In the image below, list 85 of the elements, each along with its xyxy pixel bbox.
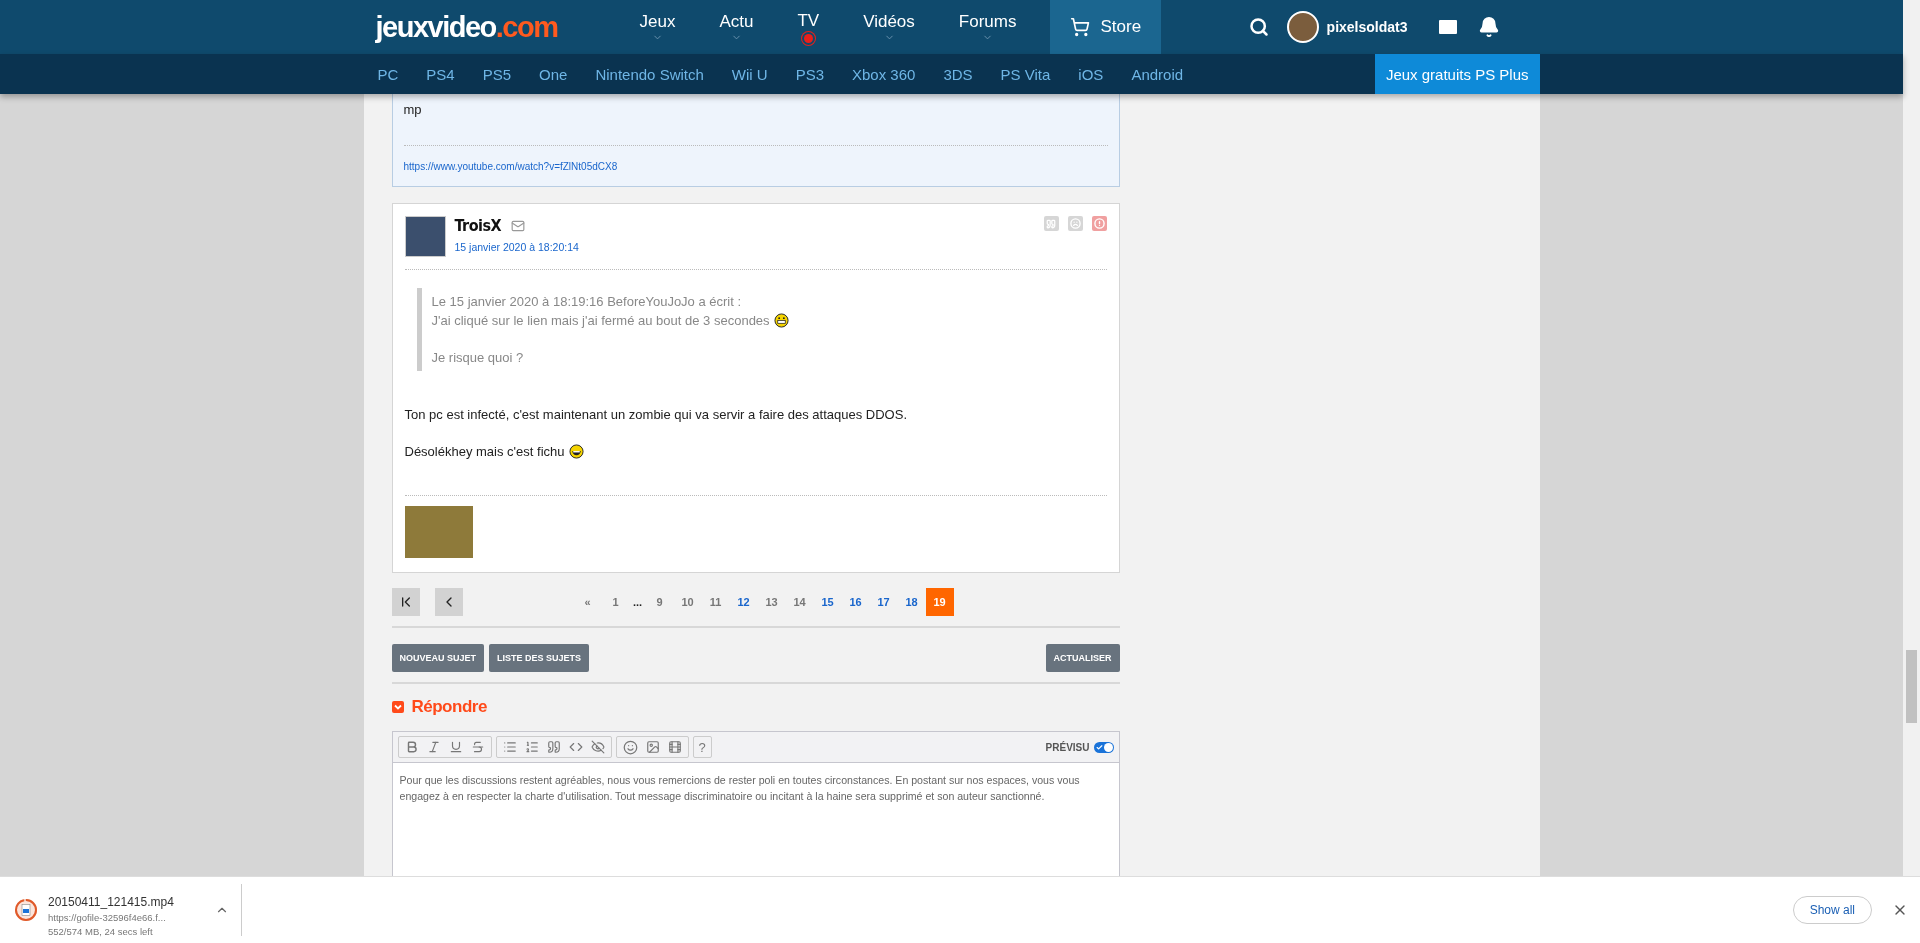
previous-page-button[interactable]: [434, 588, 463, 616]
platform-link[interactable]: PS3: [781, 65, 838, 83]
platform-link[interactable]: PS4: [412, 65, 469, 83]
page-link[interactable]: 10: [673, 588, 702, 616]
page-link[interactable]: 15: [813, 588, 842, 616]
code-icon[interactable]: [568, 740, 583, 754]
quote-header: Le 15 janvier 2020 à 18:19:16 BeforeYouJoJo a écrit :: [431, 293, 742, 311]
search-icon[interactable]: [1248, 17, 1269, 37]
bullet-list-icon[interactable]: [502, 740, 517, 754]
nav-tab[interactable]: TV: [775, 0, 842, 54]
download-filename[interactable]: 20150411_121415.mp4: [48, 895, 174, 909]
post-text: Ton pc est infecté, c'est maintenant un zombie qui va servir a faire des attaques DDOS.: [404, 407, 907, 422]
frown-icon: [1069, 218, 1081, 229]
preview-toggle[interactable]: [1093, 741, 1114, 753]
page-link[interactable]: 9: [645, 588, 674, 616]
topic-button[interactable]: LISTE DES SUJETS: [489, 644, 590, 672]
page-link[interactable]: 1: [601, 588, 630, 616]
quote-icon: [1046, 218, 1056, 229]
page-link[interactable]: 11: [701, 588, 730, 616]
author-avatar: [404, 216, 446, 257]
nav-tab[interactable]: Vidéos: [841, 0, 937, 54]
bell-icon[interactable]: [1477, 16, 1500, 38]
platform-link[interactable]: Xbox 360: [838, 65, 930, 83]
message-input[interactable]: Pour que les discussions restent agréables, nous vous remercions de rester poli en toutes circonstances. En postant sur nos espaces, vous vous engagez à en respecter la charte d'utilisation. Tout message discriminatoire ou incitant à la haine sera supprimé et son auteur sanctionné.: [391, 763, 1120, 876]
first-page-button[interactable]: [391, 588, 420, 616]
site-logo[interactable]: jeuxvideo.com: [375, 10, 558, 44]
store-tab[interactable]: Store: [1050, 0, 1162, 54]
previous-pages-link[interactable]: «: [573, 588, 602, 616]
film-icon[interactable]: [667, 740, 682, 754]
page-link[interactable]: 16: [841, 588, 870, 616]
post-text: Désolékhey mais c'est fichu: [404, 444, 565, 459]
collapse-icon[interactable]: [391, 701, 404, 713]
nav-tab[interactable]: Jeux: [617, 0, 698, 54]
page-link[interactable]: 13: [757, 588, 786, 616]
scrollbar[interactable]: [1903, 0, 1920, 876]
numbered-list-icon[interactable]: [524, 740, 539, 754]
platform-link[interactable]: Nintendo Switch: [581, 65, 718, 83]
help-button[interactable]: ?: [692, 736, 712, 758]
post-text: mp: [403, 102, 423, 117]
platform-link[interactable]: 3DS: [929, 65, 987, 83]
page-link[interactable]: 12: [729, 588, 758, 616]
topic-button[interactable]: NOUVEAU SUJET: [391, 644, 484, 672]
platform-link[interactable]: One: [525, 65, 582, 83]
underline-icon[interactable]: [448, 740, 463, 754]
platform-link[interactable]: PC: [363, 65, 413, 83]
username[interactable]: pixelsoldat3: [1326, 19, 1408, 35]
image-icon[interactable]: [645, 740, 660, 754]
platform-link[interactable]: Wii U: [717, 65, 782, 83]
author-name[interactable]: TroisX: [454, 216, 502, 235]
page-link[interactable]: 18: [897, 588, 926, 616]
check-icon: [1095, 743, 1103, 751]
platform-link[interactable]: PS Vita: [986, 65, 1065, 83]
page-link[interactable]: 17: [869, 588, 898, 616]
live-dot-icon: [803, 34, 813, 43]
promo-link[interactable]: Jeux gratuits PS Plus: [1374, 54, 1540, 94]
user-avatar[interactable]: [1286, 11, 1319, 43]
download-progress-icon: [14, 898, 38, 922]
quote-text: J'ai cliqué sur le lien mais j'ai fermé au bout de 3 secondes: [431, 312, 770, 330]
platform-link[interactable]: PS5: [468, 65, 526, 83]
report-button[interactable]: [1091, 216, 1107, 231]
grinning-smiley-icon: [773, 313, 789, 328]
platform-link[interactable]: Android: [1117, 65, 1198, 83]
show-all-button[interactable]: Show all: [1792, 896, 1872, 924]
quote-icon[interactable]: [546, 740, 561, 754]
refresh-button[interactable]: ACTUALISER: [1045, 644, 1120, 672]
download-source: https://gofile-32596f4e66.f...: [48, 912, 167, 923]
preview-label: PRÉVISU: [1045, 741, 1090, 753]
alert-icon: [1093, 218, 1105, 229]
download-size-text: 552/574 MB, 24 secs left: [48, 926, 154, 937]
eye-off-icon[interactable]: [590, 740, 605, 754]
youtube-link[interactable]: https://www.youtube.com/watch?v=fZlNt05dCX8: [403, 161, 618, 172]
quote-text: Je risque quoi ?: [431, 349, 524, 367]
post-date[interactable]: 15 janvier 2020 à 18:20:14: [454, 241, 579, 253]
italic-icon[interactable]: [426, 740, 441, 754]
pagination-ellipsis: ...: [631, 595, 644, 610]
page-link[interactable]: 14: [785, 588, 814, 616]
platform-link[interactable]: iOS: [1064, 65, 1118, 83]
signature-photo-placeholder: [404, 506, 473, 558]
strikethrough-icon[interactable]: [470, 740, 485, 754]
nav-tab[interactable]: Actu: [697, 0, 776, 54]
smiley-icon[interactable]: [622, 739, 638, 755]
laughing-smiley-icon: [568, 444, 584, 459]
nav-tab[interactable]: Forums: [936, 0, 1039, 54]
cart-icon: [1070, 17, 1091, 37]
reply-title: Répondre: [411, 697, 487, 717]
